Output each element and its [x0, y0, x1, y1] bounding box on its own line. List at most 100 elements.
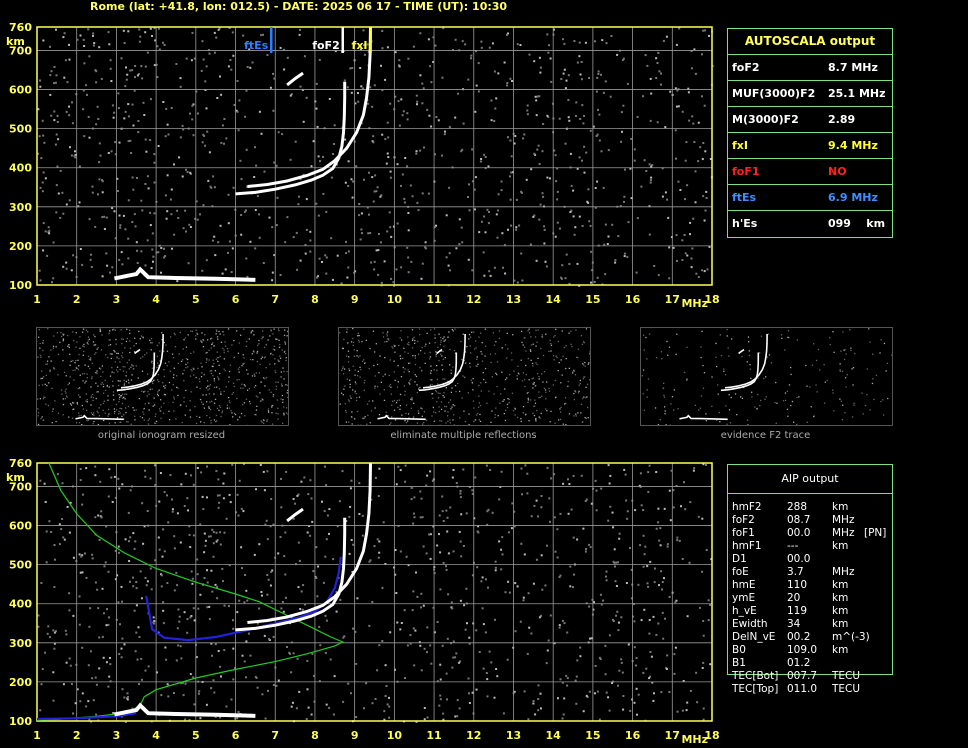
autoscala-output-panel: AUTOSCALA output foF2 8.7 MHz MUF(3000)F2 2… [727, 28, 893, 238]
autoscala-row: foF1 NO [728, 159, 892, 185]
x-tick-label: 15 [585, 293, 600, 306]
aip-unit: TECU [832, 683, 861, 695]
aip-row: h_vE 119 km [732, 605, 912, 618]
aip-value: 109.0 [787, 644, 818, 656]
x-tick-label: 4 [152, 293, 160, 306]
aip-label: foF1 [732, 527, 755, 539]
aip-output-panel: AIP output hmF2 288 km foF2 08.7 MHz foF1 00.0 M… [727, 464, 893, 695]
autoscala-row: h'Es 099 km [728, 211, 892, 236]
x-tick-label: 16 [625, 729, 641, 742]
x-tick-label: 12 [466, 293, 481, 306]
x-tick-label: 12 [466, 729, 481, 742]
y-tick-label: 100 [9, 279, 32, 292]
noise-dots [37, 463, 713, 723]
autoscala-value: 2.89 [828, 113, 856, 126]
x-tick-label: 13 [506, 729, 521, 742]
aip-label: h_vE [732, 605, 757, 617]
aip-label: hmF2 [732, 501, 762, 513]
aip-row: ymE 20 km [732, 592, 912, 605]
x-tick-label: 17 [665, 293, 680, 306]
autoscala-row: MUF(3000)F2 25.1 MHz [728, 81, 892, 107]
thumb-trace [738, 348, 745, 355]
autoscala-row: M(3000)F2 2.89 [728, 107, 892, 133]
trace-1 [235, 81, 347, 196]
aip-label: TEC[Bot] [732, 670, 779, 682]
aip-unit: m^(-3) [832, 631, 870, 643]
x-tick-label: 8 [311, 729, 319, 742]
aip-row: hmF1 --- km [732, 540, 912, 553]
x-tick-label: 4 [152, 729, 160, 742]
aip-value: 01.2 [787, 657, 811, 669]
aip-label: TEC[Top] [732, 683, 779, 695]
thumb-trace [422, 333, 466, 389]
trace-4 [286, 507, 304, 523]
y-tick-label: 760 [9, 457, 32, 470]
aip-unit: MHz [832, 566, 855, 578]
aip-row: TEC[Top] 011.0 TECU [732, 683, 912, 696]
autoscala-row: fxI 9.4 MHz [728, 133, 892, 159]
aip-value: 288 [787, 501, 808, 513]
x-tick-label: 9 [351, 729, 359, 742]
autoscala-value: NO [828, 165, 847, 178]
thumb-caption-eliminate: eliminate multiple reflections [390, 430, 537, 441]
x-tick-label: 8 [311, 293, 319, 306]
aip-unit: km [832, 618, 849, 630]
aip-row: TEC[Bot] 007.7 TECU [732, 670, 912, 683]
grid [37, 27, 712, 285]
aip-label: B0 [732, 644, 746, 656]
aip-value: 3.7 [787, 566, 804, 578]
aip-unit: km [832, 592, 849, 604]
autoscala-label: MUF(3000)F2 [732, 87, 816, 100]
aip-value: 00.2 [787, 631, 811, 643]
thumb-caption-original: original ionogram resized [97, 430, 226, 441]
marker-ftes-label: ftEs [244, 39, 269, 52]
x-tick-label: 14 [546, 729, 562, 742]
autoscala-title: AUTOSCALA output [728, 29, 892, 55]
aip-value: --- [787, 540, 799, 552]
autoscala-row: ftEs 6.9 MHz [728, 185, 892, 211]
autoscala-value: 8.7 MHz [828, 61, 878, 74]
x-tick-label: 7 [271, 293, 279, 306]
autoscala-label: foF2 [732, 61, 760, 74]
x-tick-label: 14 [546, 293, 562, 306]
x-tick-label: 10 [387, 729, 403, 742]
y-tick-label: 500 [9, 559, 32, 572]
x-tick-label: 15 [585, 729, 600, 742]
aip-value: 011.0 [787, 683, 818, 695]
aip-row: D1 00.0 [732, 553, 912, 566]
x-tick-label: 13 [506, 293, 521, 306]
thumb-evidence-f2 [640, 327, 893, 426]
y-tick-label: 600 [9, 84, 32, 97]
thumb-trace [134, 348, 141, 355]
autoscala-label: M(3000)F2 [732, 113, 799, 126]
aip-unit: km [832, 579, 849, 591]
aip-value: 20 [787, 592, 801, 604]
aip-unit: TECU [832, 670, 861, 682]
autoscala-value: 9.4 MHz [828, 139, 878, 152]
aip-row: foF2 08.7 MHz [732, 514, 912, 527]
marker-fof2-label: foF2 [312, 39, 340, 52]
ionogram-plot-1: ftEs foF2 fxI100200300400500600700760km1 2 3… [6, 21, 720, 310]
y-tick-label: 300 [9, 201, 32, 214]
y-tick-label: 400 [9, 598, 32, 611]
thumb-original [36, 327, 290, 427]
aip-unit: km [832, 644, 849, 656]
aip-row: B0 109.0 km [732, 644, 912, 657]
thumb-trace [120, 333, 164, 389]
autoscala-label: h'Es [732, 217, 758, 230]
aip-row: DelN_vE 00.2 m^(-3) [732, 631, 912, 644]
aip-value: 34 [787, 618, 801, 630]
aip-row: hmF2 288 km [732, 501, 912, 514]
thumb-trace [377, 414, 426, 421]
aip-value: 119 [787, 605, 808, 617]
aip-unit: MHz [832, 527, 855, 539]
aip-row: foF1 00.0 MHz [PN] [732, 527, 912, 540]
y-unit-label: km [6, 471, 25, 484]
x-tick-label: 16 [625, 293, 641, 306]
thumb-trace [116, 352, 156, 392]
thumb-eliminate-reflections [338, 327, 591, 427]
trace-3 [114, 266, 256, 282]
aip-value: 08.7 [787, 514, 811, 526]
aip-label: hmF1 [732, 540, 762, 552]
trace-2 [247, 462, 372, 624]
